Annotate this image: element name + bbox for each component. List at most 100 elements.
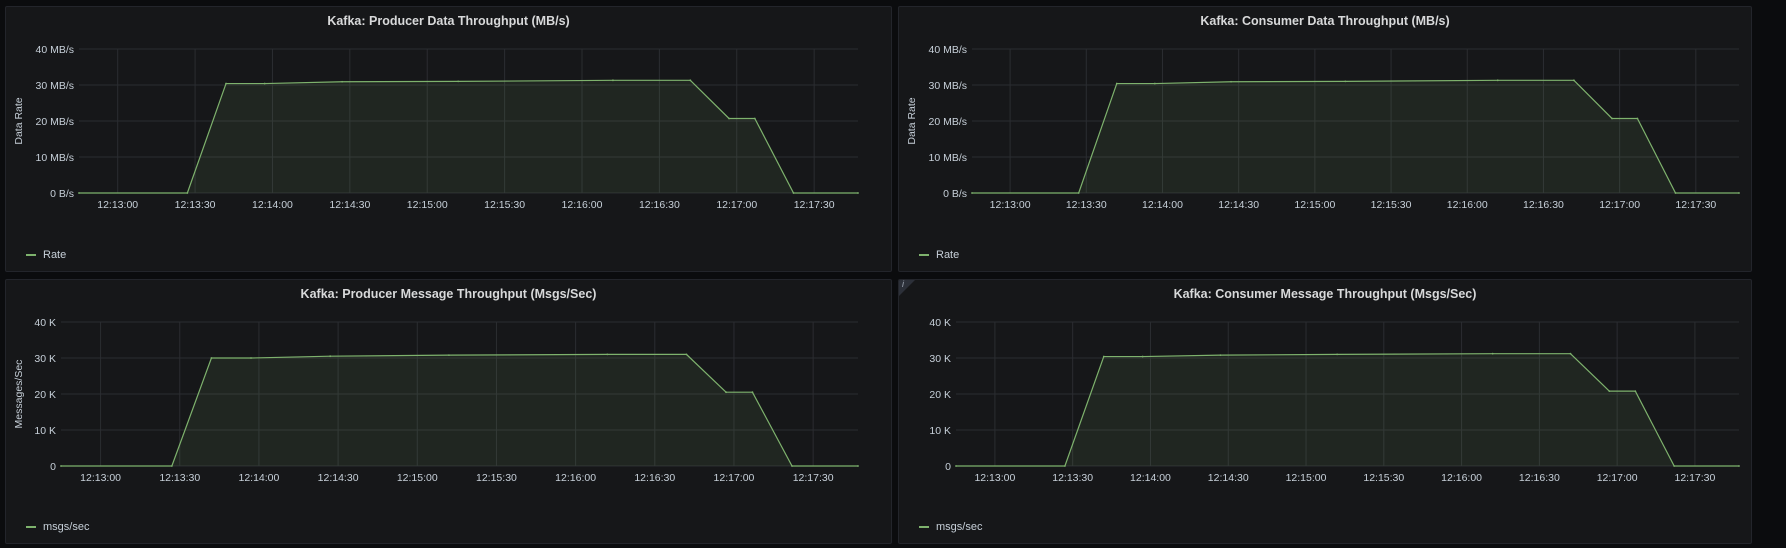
series-area [79, 80, 858, 193]
producer-message-throughput-panel: Kafka: Producer Message Throughput (Msgs… [5, 279, 892, 544]
x-tick-label: 12:16:00 [562, 199, 603, 211]
x-tick-label: 12:15:00 [407, 199, 448, 211]
y-tick-label: 20 MB/s [928, 116, 967, 128]
chart-svg: 0 10 K 20 K 30 K 40 K 12:13:00 12:13:30 12:14:0… [929, 317, 1740, 484]
y-tick-label: 40 K [34, 317, 56, 329]
data-point [457, 80, 460, 83]
x-tick-label: 12:13:30 [175, 199, 216, 211]
y-tick-label: 40 K [929, 317, 951, 329]
y-tick-label: 10 K [929, 425, 951, 437]
x-tick-label: 12:13:00 [990, 199, 1031, 211]
data-point [1344, 80, 1347, 83]
y-tick-label: 20 MB/s [35, 116, 74, 128]
y-tick-label: 0 B/s [50, 188, 74, 200]
x-tick-label: 12:14:30 [1208, 472, 1249, 484]
y-tick-label: 40 MB/s [928, 44, 967, 56]
data-point [1219, 354, 1222, 357]
y-axis-label: Data Rate [13, 97, 25, 144]
legend-label[interactable]: Rate [43, 249, 66, 261]
x-tick-label: 12:17:30 [1674, 472, 1715, 484]
data-point [857, 465, 859, 467]
data-point [186, 192, 189, 194]
data-point [1636, 117, 1639, 120]
x-tick-label: 12:14:00 [1130, 472, 1171, 484]
series-area [61, 354, 858, 466]
data-point [1673, 465, 1676, 467]
data-point [1634, 390, 1637, 393]
x-tick-label: 12:17:30 [1675, 199, 1716, 211]
x-tick-label: 12:17:30 [794, 199, 835, 211]
y-tick-label: 30 K [929, 353, 951, 365]
data-point [60, 465, 62, 467]
data-point [1738, 192, 1740, 194]
x-tick-label: 12:13:00 [974, 472, 1015, 484]
producer-data-throughput-panel: Kafka: Producer Data Throughput (MB/s) 0… [5, 6, 892, 272]
consumer-message-throughput-panel: i Kafka: Consumer Message Throughput (Ms… [898, 279, 1752, 544]
y-tick-label: 20 K [34, 389, 56, 401]
x-tick-label: 12:16:00 [1441, 472, 1482, 484]
legend-label[interactable]: Rate [936, 249, 959, 261]
data-point [751, 391, 754, 394]
data-point [1573, 79, 1575, 82]
x-tick-label: 12:16:00 [1447, 199, 1488, 211]
data-point [971, 192, 973, 194]
y-tick-label: 10 K [34, 425, 56, 437]
data-point [250, 357, 252, 359]
data-point [689, 79, 692, 82]
y-tick-label: 10 MB/s [928, 152, 967, 164]
series-area [956, 353, 1739, 466]
x-tick-label: 12:14:30 [1218, 199, 1259, 211]
data-point [1115, 82, 1118, 85]
y-tick-label: 30 MB/s [928, 80, 967, 92]
data-point [753, 117, 756, 120]
x-tick-label: 12:17:00 [716, 199, 757, 211]
data-point [1230, 80, 1232, 83]
consumer-data-throughput-panel: Kafka: Consumer Data Throughput (MB/s) 0… [898, 6, 1752, 272]
chart-svg: 0 B/s 10 MB/s 20 MB/s 30 MB/s 40 MB/s 12:13:0… [13, 44, 859, 211]
x-tick-label: 12:15:00 [397, 472, 438, 484]
data-point [1738, 465, 1740, 467]
legend[interactable]: msgs/sec [26, 521, 89, 533]
data-point [612, 79, 614, 82]
data-point [792, 192, 795, 194]
x-tick-label: 12:16:30 [639, 199, 680, 211]
x-tick-label: 12:16:30 [1523, 199, 1564, 211]
data-point [728, 117, 730, 120]
x-tick-label: 12:13:00 [80, 472, 121, 484]
x-tick-label: 12:14:00 [238, 472, 279, 484]
legend-label[interactable]: msgs/sec [936, 521, 982, 533]
y-tick-label: 0 [50, 461, 56, 473]
y-tick-label: 10 MB/s [35, 152, 74, 164]
data-point [725, 391, 727, 394]
data-point [341, 80, 344, 83]
x-tick-label: 12:13:00 [97, 199, 138, 211]
legend-swatch [919, 526, 929, 528]
legend-label[interactable]: msgs/sec [43, 521, 89, 533]
data-point [1102, 355, 1105, 358]
x-tick-label: 12:13:30 [1066, 199, 1107, 211]
data-point [791, 465, 793, 467]
x-tick-label: 12:16:30 [634, 472, 675, 484]
y-tick-label: 40 MB/s [35, 44, 74, 56]
legend[interactable]: Rate [26, 249, 66, 261]
y-axis-label: Data Rate [906, 97, 918, 144]
data-point [1491, 352, 1494, 355]
data-point [225, 82, 227, 85]
legend-swatch [26, 526, 36, 528]
data-point [606, 353, 609, 356]
legend[interactable]: msgs/sec [919, 521, 982, 533]
data-point [1608, 390, 1611, 393]
data-point [1674, 192, 1677, 194]
x-tick-label: 12:16:00 [555, 472, 596, 484]
x-tick-label: 12:15:00 [1286, 472, 1327, 484]
legend-swatch [919, 254, 929, 256]
x-tick-label: 12:14:00 [1142, 199, 1183, 211]
y-tick-label: 30 K [34, 353, 56, 365]
x-tick-label: 12:15:30 [476, 472, 517, 484]
y-tick-label: 20 K [929, 389, 951, 401]
legend[interactable]: Rate [919, 249, 959, 261]
series-area [972, 80, 1739, 193]
data-point [1153, 82, 1156, 85]
y-tick-label: 30 MB/s [35, 80, 74, 92]
data-point [955, 465, 957, 467]
